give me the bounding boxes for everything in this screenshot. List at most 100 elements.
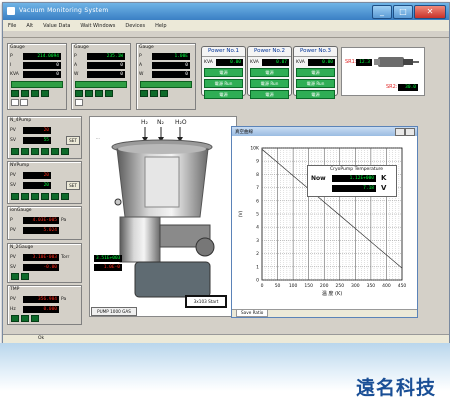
chart-minimize-button[interactable] [395,128,405,136]
power-box-1: Power No.1 KVA 0.00 電源 電源 Run 電源 [201,46,246,99]
y-tick-label: 10K [250,146,260,152]
status-led [61,193,69,200]
x-tick-label: 300 [351,283,360,289]
current-display: 0 [23,61,61,69]
row-label: PV [10,254,16,260]
row-label: A [139,62,143,68]
diagram-readout-1: 3.51E+003 [94,255,122,262]
hz-display: 0.000 [23,305,59,313]
chart-close-button[interactable] [405,128,415,136]
power-run-button[interactable]: 電源 Run [296,79,335,88]
minimize-button[interactable]: _ [372,5,392,19]
menu-devices[interactable]: Devices [120,23,150,29]
status-led [11,90,19,97]
status-led [41,148,49,155]
app-window: Vacuum Monitoring System _ □ ✕ File Alt … [2,2,450,344]
y-tick-label: 5 [256,212,259,218]
pump-panel-2: NVPump PV 20 SV 20 SET [7,161,82,204]
x-tick-label: 100 [289,283,298,289]
menu-value-data[interactable]: Value Data [38,23,75,29]
panel-title: Gauge [74,45,89,50]
x-tick-label: 150 [304,283,313,289]
status-led [41,193,49,200]
readout-now-label: Now [311,175,326,182]
diagram-readout-2: 1.0E-0 [94,264,122,271]
cryopump-diagram: H₂ N₂ H₂O ... 3.51E+003 1.0E-0 3x103 Sta… [89,116,237,317]
y-tick-label: 6 [256,198,259,204]
power-on-button[interactable]: 電源 [296,68,335,77]
start-button[interactable]: 3x103 Start [185,295,227,308]
row-label: KVA [10,71,19,77]
row-label: PV [10,172,16,178]
sr1-display: 12.3 [356,59,372,66]
row-label: P [139,53,142,59]
status-bar: Ok [3,334,449,343]
enable-checkbox[interactable] [11,99,19,106]
status-text: Ok [38,336,45,341]
power-box-2: Power No.2 KVA 0.07 電源 電源 Run 電源 [247,46,292,99]
x-tick-label: 0 [261,283,264,289]
panel-title: ionGauge [10,208,32,213]
menu-file[interactable]: File [3,23,21,29]
power-off-button[interactable]: 電源 [296,90,335,99]
panel-title: TMP [10,287,20,292]
set-button[interactable]: SET [66,181,80,190]
sensor-probe-icon [374,57,419,67]
row-label: PV [10,227,16,233]
status-led [11,193,19,200]
readout-unit-v: V [381,184,387,192]
status-led [11,315,19,322]
status-led [21,273,29,280]
power-run-button[interactable]: 電源 Run [250,79,289,88]
status-led [95,90,103,97]
status-led [31,148,39,155]
y-tick-label: 9 [256,159,259,165]
close-button[interactable]: ✕ [414,5,446,19]
status-led [21,148,29,155]
enable-checkbox[interactable] [20,99,28,106]
gauge-panel-2: Gauge P 235.1W A 0 W 0 [71,43,131,110]
readout-title: CryoPump Temperature [330,167,384,172]
power-off-button[interactable]: 電源 [204,90,243,99]
power-on-button[interactable]: 電源 [204,68,243,77]
power-on-button[interactable]: 電源 [250,68,289,77]
status-led [105,90,113,97]
status-led [21,193,29,200]
sv-display: 55 [23,136,51,144]
n2-gauge-panel: N_2Gauge PV 3.10E-003 Torr SV -0.00 [7,243,82,283]
status-led [31,193,39,200]
chart-window: 真空曲線 0 50 100 150 200 250 300 350 400 450 0 1 2 3 4 5 6 7… [231,126,418,318]
menu-wait-windows[interactable]: Wait Windows [75,23,120,29]
chart-window-titlebar: 真空曲線 [232,127,417,136]
status-led [21,315,29,322]
status-led [51,148,59,155]
kva-display: 0.00 [216,59,243,66]
row-label: SV [10,264,16,270]
label-cryopanel: ... [96,135,100,140]
y-tick-label: 4 [256,225,259,231]
chart-window-title: 真空曲線 [235,130,253,135]
power-display: 0 [152,70,190,78]
tab-save-ratio[interactable]: Save Ratio [236,310,269,317]
set-button[interactable]: SET [66,136,80,145]
power-title: Power No.1 [202,47,245,57]
x-tick-label: 250 [335,283,344,289]
cryopump-readout-box: CryoPump Temperature Now 1.12E+000 K 7.1… [307,165,397,197]
menu-help[interactable]: Help [150,23,171,29]
maximize-button[interactable]: □ [393,5,413,19]
status-led [150,90,158,97]
row-label: A [74,62,78,68]
power-display: 0 [87,70,125,78]
menu-alt[interactable]: Alt [21,23,38,29]
status-led [160,90,168,97]
gauge-panel-3: Gauge P 1.00E A 0 W 0 [136,43,196,110]
pressure-display: 4.03E-005 [23,216,59,224]
enable-checkbox[interactable] [75,99,83,106]
power-title: Power No.2 [248,47,291,57]
power-off-button[interactable]: 電源 [250,90,289,99]
y-tick-label: 1 [256,264,259,270]
company-banner: 遠名科技 [0,343,450,407]
power-run-button[interactable]: 電源 Run [204,79,243,88]
unit-label: Torr [61,254,70,260]
readout-value-v: 7.18 [332,185,376,192]
